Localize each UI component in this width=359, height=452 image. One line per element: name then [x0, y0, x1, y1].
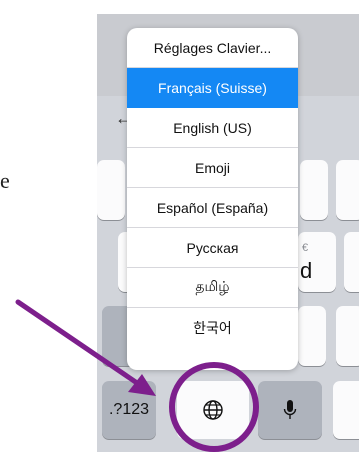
- annotation-circle: [169, 362, 259, 452]
